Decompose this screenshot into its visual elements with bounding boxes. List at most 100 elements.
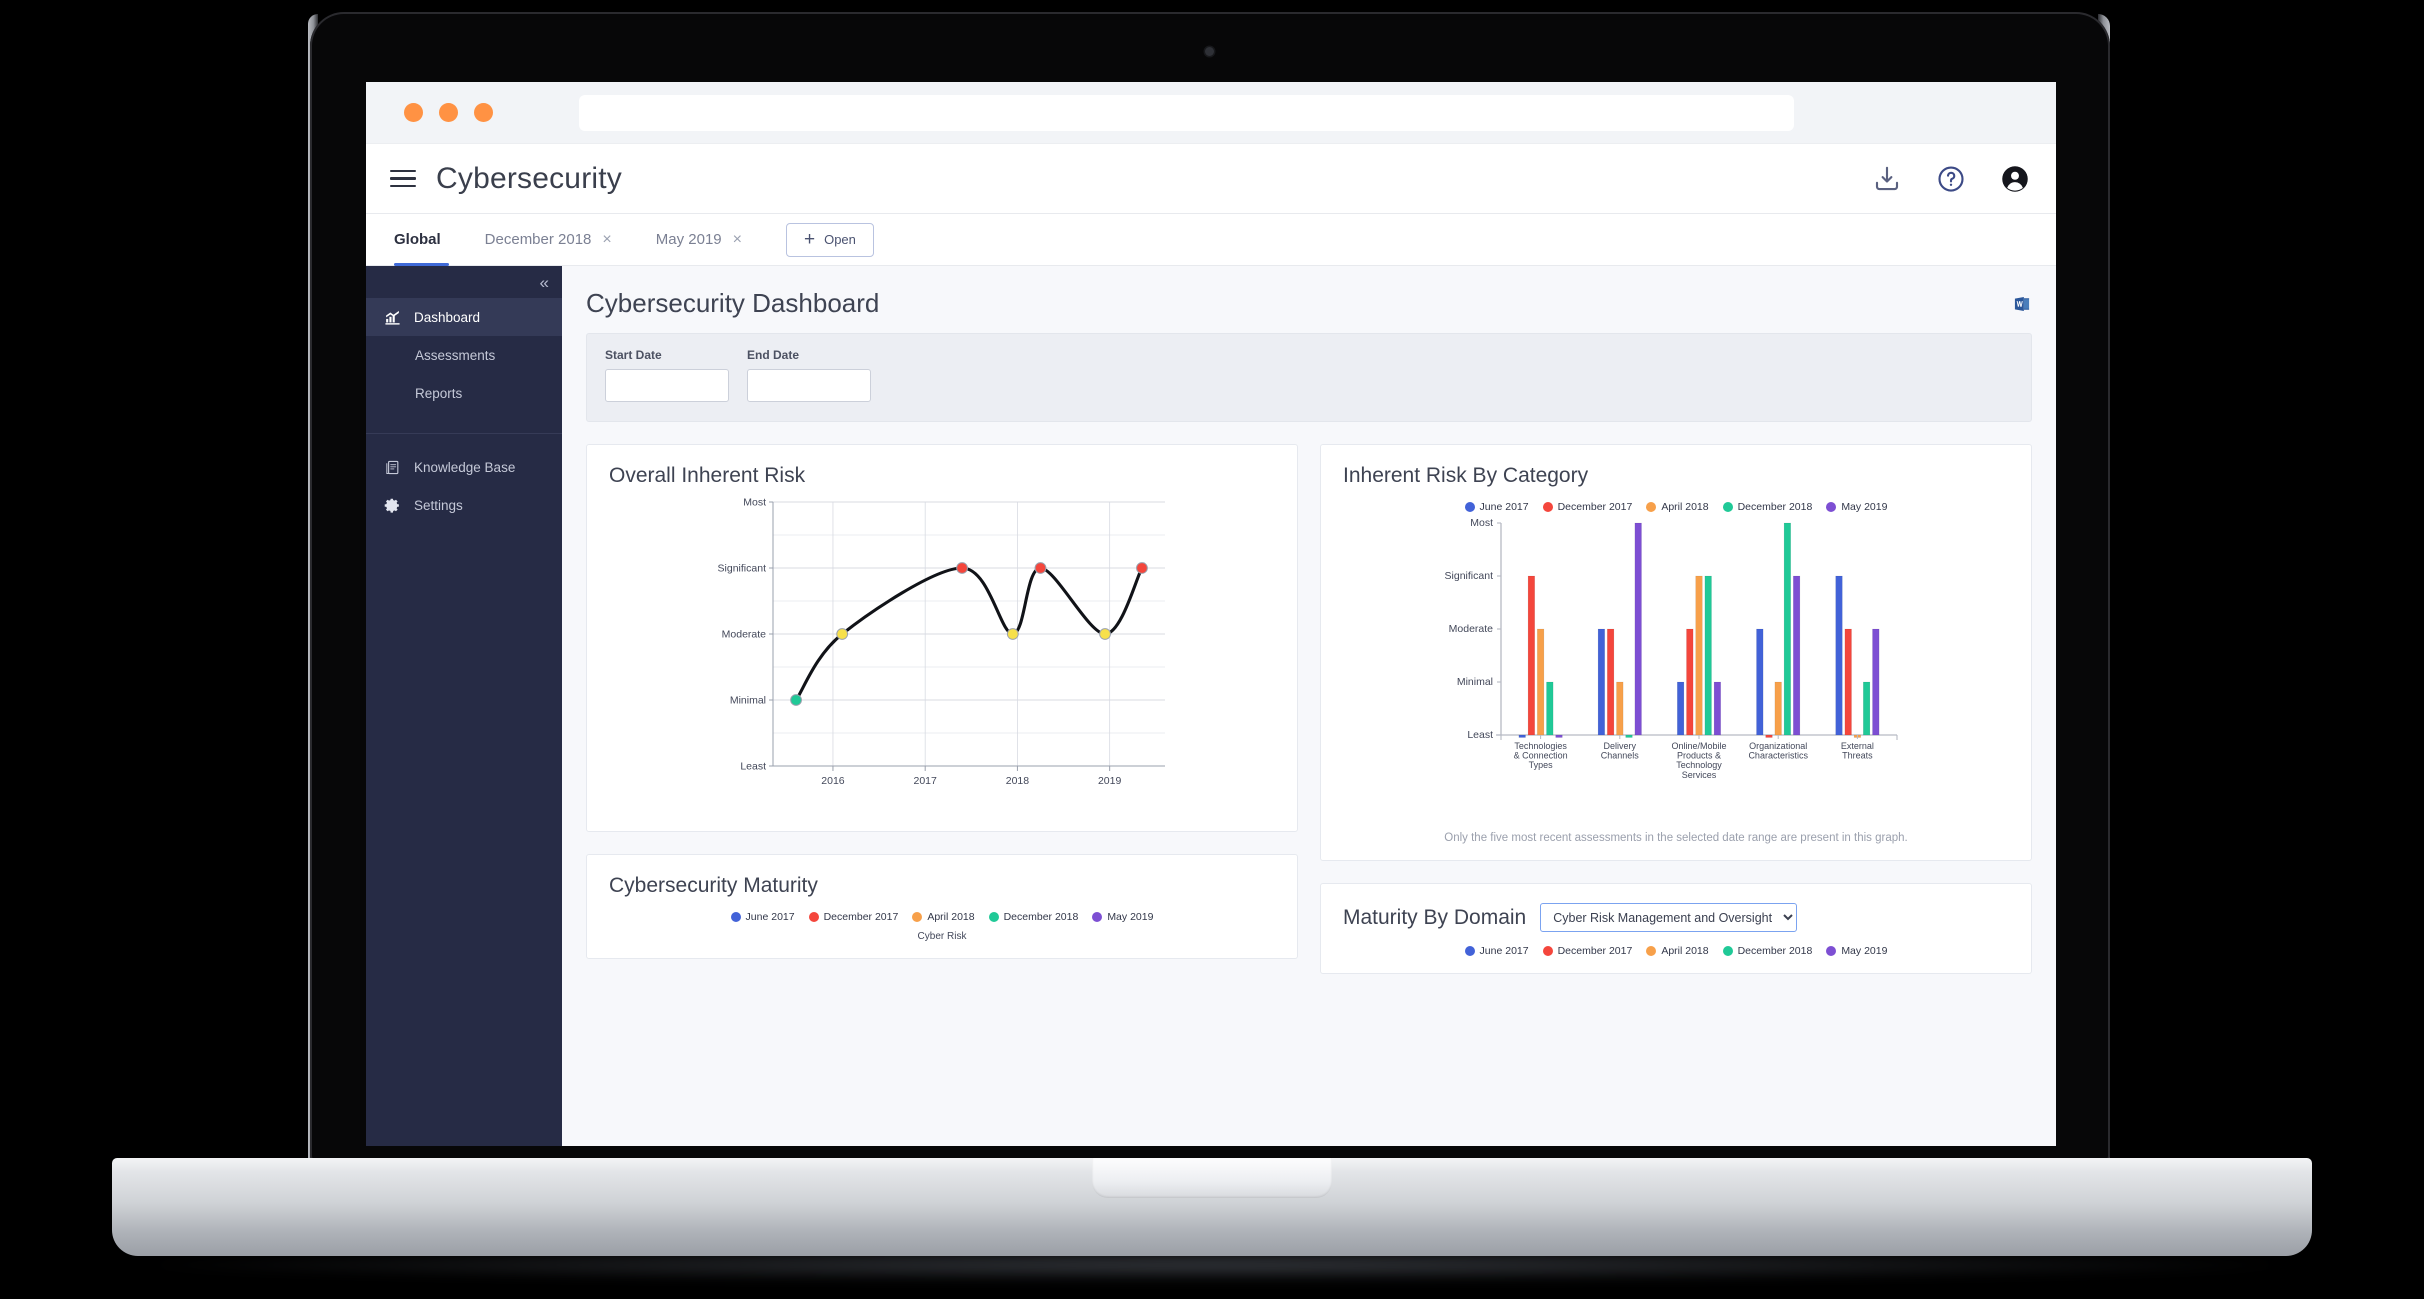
open-tab-button[interactable]: + Open bbox=[786, 223, 874, 257]
svg-text:2017: 2017 bbox=[914, 775, 938, 787]
end-date-input[interactable] bbox=[747, 369, 871, 402]
sidebar-item-label: Assessments bbox=[415, 348, 495, 363]
legend-item: December 2018 bbox=[989, 911, 1079, 923]
left-column: Overall Inherent Risk LeastMinimalModera… bbox=[586, 444, 1298, 974]
sidebar-item-label: Knowledge Base bbox=[414, 460, 515, 475]
legend-label: December 2018 bbox=[1738, 501, 1813, 513]
page-title: Cybersecurity Dashboard bbox=[586, 288, 879, 319]
tab-label: Global bbox=[394, 231, 441, 248]
card-cybersecurity-maturity: Cybersecurity Maturity June 2017 Decembe… bbox=[586, 854, 1298, 959]
legend-item: December 2017 bbox=[1543, 501, 1633, 513]
tab-label: December 2018 bbox=[485, 231, 592, 248]
legend-item: April 2018 bbox=[1646, 945, 1708, 957]
domain-select[interactable]: Cyber Risk Management and Oversight bbox=[1540, 903, 1797, 932]
legend-label: May 2019 bbox=[1841, 945, 1887, 957]
right-column: Inherent Risk By Category June 2017 Dece… bbox=[1320, 444, 2032, 974]
svg-text:Delivery: Delivery bbox=[1604, 741, 1637, 751]
legend-color-swatch bbox=[1826, 946, 1836, 956]
book-icon bbox=[384, 459, 401, 476]
sidebar-item-label: Dashboard bbox=[414, 310, 480, 325]
maturity-x-axis-label: Cyber Risk bbox=[609, 931, 1275, 942]
tab-december-2018[interactable]: December 2018 × bbox=[463, 214, 634, 266]
chart-footnote: Only the five most recent assessments in… bbox=[1343, 832, 2009, 844]
plus-icon: + bbox=[804, 230, 815, 249]
end-date-label: End Date bbox=[747, 348, 871, 362]
window-maximize-dot[interactable] bbox=[474, 103, 493, 122]
sidebar-item-reports[interactable]: Reports bbox=[366, 374, 562, 412]
legend-label: December 2018 bbox=[1738, 945, 1813, 957]
end-date-group: End Date bbox=[747, 348, 871, 402]
legend-color-swatch bbox=[1646, 946, 1656, 956]
svg-text:Minimal: Minimal bbox=[730, 694, 766, 706]
chart-bar-icon bbox=[384, 309, 401, 326]
legend-item: May 2019 bbox=[1092, 911, 1153, 923]
sidebar-item-settings[interactable]: Settings bbox=[366, 486, 562, 524]
tab-global[interactable]: Global bbox=[390, 214, 463, 266]
svg-text:Online/Mobile: Online/Mobile bbox=[1671, 741, 1726, 751]
svg-text:Significant: Significant bbox=[718, 562, 767, 574]
window-controls[interactable] bbox=[404, 103, 493, 122]
header-actions bbox=[1872, 164, 2030, 194]
legend-color-swatch bbox=[809, 912, 819, 922]
legend-item: December 2017 bbox=[1543, 945, 1633, 957]
legend-color-swatch bbox=[1543, 946, 1553, 956]
inherent-risk-by-category-chart[interactable]: LeastMinimalModerateSignificantMostTechn… bbox=[1343, 513, 2009, 813]
svg-text:2018: 2018 bbox=[1006, 775, 1030, 787]
legend-label: December 2017 bbox=[1558, 945, 1633, 957]
start-date-input[interactable] bbox=[605, 369, 729, 402]
legend-item: June 2017 bbox=[1465, 501, 1529, 513]
svg-text:Threats: Threats bbox=[1842, 751, 1873, 761]
legend-label: June 2017 bbox=[746, 911, 795, 923]
legend-color-swatch bbox=[1092, 912, 1102, 922]
legend-cybersecurity-maturity: June 2017 December 2017 April 2018 bbox=[609, 911, 1275, 923]
svg-text:Minimal: Minimal bbox=[1457, 676, 1493, 688]
card-title: Cybersecurity Maturity bbox=[609, 874, 1275, 898]
svg-text:Technologies: Technologies bbox=[1514, 741, 1567, 751]
legend-item: December 2017 bbox=[809, 911, 899, 923]
legend-maturity-by-domain: June 2017 December 2017 April 2018 bbox=[1343, 945, 2009, 957]
laptop-base-notch bbox=[1092, 1158, 1332, 1198]
overall-inherent-risk-chart[interactable]: LeastMinimalModerateSignificantMost20162… bbox=[609, 488, 1275, 810]
window-close-dot[interactable] bbox=[404, 103, 423, 122]
legend-label: April 2018 bbox=[1661, 945, 1708, 957]
start-date-group: Start Date bbox=[605, 348, 729, 402]
tab-close-icon[interactable]: × bbox=[733, 231, 742, 249]
svg-text:Significant: Significant bbox=[1445, 570, 1494, 582]
card-title: Inherent Risk By Category bbox=[1343, 464, 2009, 488]
open-button-label: Open bbox=[824, 232, 856, 247]
sidebar-item-knowledge-base[interactable]: Knowledge Base bbox=[366, 448, 562, 486]
chevron-double-left-icon[interactable]: « bbox=[540, 274, 549, 291]
hamburger-icon[interactable] bbox=[390, 170, 416, 188]
legend-item: May 2019 bbox=[1826, 945, 1887, 957]
laptop-mockup: Cybersecurity bbox=[0, 0, 2424, 1299]
legend-color-swatch bbox=[1646, 502, 1656, 512]
legend-color-swatch bbox=[1465, 502, 1475, 512]
svg-text:Types: Types bbox=[1529, 760, 1554, 770]
tab-may-2019[interactable]: May 2019 × bbox=[634, 214, 764, 266]
legend-item: April 2018 bbox=[912, 911, 974, 923]
svg-text:& Connection: & Connection bbox=[1514, 751, 1568, 761]
account-icon[interactable] bbox=[2000, 164, 2030, 194]
window-minimize-dot[interactable] bbox=[439, 103, 458, 122]
help-icon[interactable] bbox=[1936, 164, 1966, 194]
word-document-icon[interactable] bbox=[2012, 294, 2032, 319]
legend-item: December 2018 bbox=[1723, 501, 1813, 513]
dashboard-cards: Overall Inherent Risk LeastMinimalModera… bbox=[586, 444, 2032, 974]
download-icon[interactable] bbox=[1872, 164, 1902, 194]
app-header: Cybersecurity bbox=[366, 144, 2056, 214]
address-bar[interactable] bbox=[579, 95, 1794, 131]
app-body: « Dashboard Assessm bbox=[366, 266, 2056, 1146]
card-inherent-risk-by-category: Inherent Risk By Category June 2017 Dece… bbox=[1320, 444, 2032, 861]
legend-item: April 2018 bbox=[1646, 501, 1708, 513]
sidebar-collapse-row: « bbox=[366, 266, 562, 298]
tab-close-icon[interactable]: × bbox=[602, 231, 611, 249]
sidebar-item-assessments[interactable]: Assessments bbox=[366, 336, 562, 374]
svg-text:Channels: Channels bbox=[1601, 751, 1640, 761]
sidebar-item-label: Reports bbox=[415, 386, 462, 401]
svg-text:External: External bbox=[1841, 741, 1874, 751]
sidebar-item-dashboard[interactable]: Dashboard bbox=[366, 298, 562, 336]
date-filter-card: Start Date End Date bbox=[586, 333, 2032, 422]
legend-label: April 2018 bbox=[927, 911, 974, 923]
tab-bar: Global December 2018 × May 2019 × + Open bbox=[366, 214, 2056, 266]
svg-text:Technology: Technology bbox=[1676, 760, 1722, 770]
